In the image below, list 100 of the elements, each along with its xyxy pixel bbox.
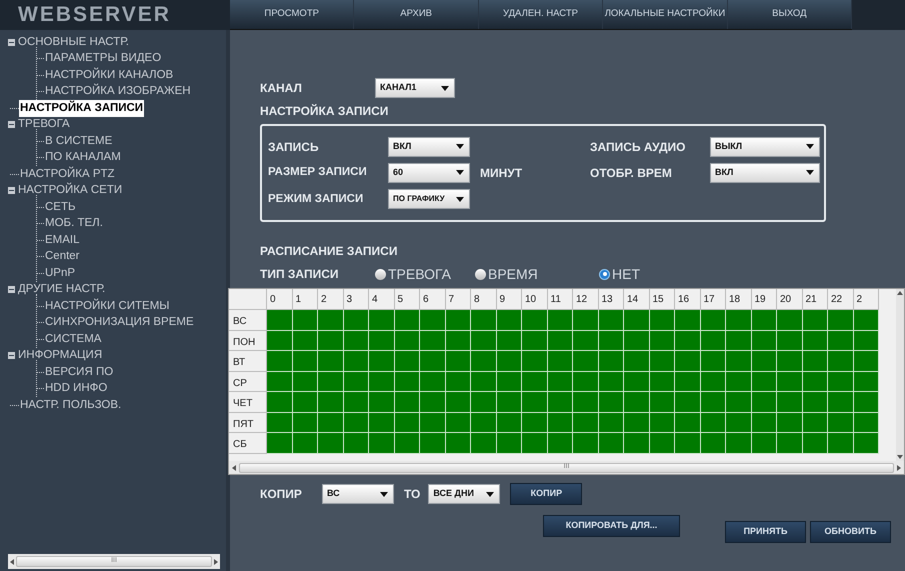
schedule-cell[interactable]: [573, 372, 598, 392]
schedule-cell[interactable]: [598, 392, 624, 412]
schedule-cell[interactable]: [650, 372, 675, 392]
tree-item[interactable]: СЕТЬ: [44, 198, 77, 216]
schedule-cell[interactable]: [573, 310, 598, 330]
schedule-cell[interactable]: [675, 351, 700, 372]
radio-option[interactable]: ВРЕМЯ: [475, 264, 575, 284]
schedule-cell[interactable]: [802, 433, 828, 454]
schedule-cell[interactable]: [624, 433, 650, 454]
scroll-right-icon[interactable]: [897, 464, 901, 470]
schedule-cell[interactable]: [828, 310, 854, 330]
schedule-cell[interactable]: [446, 351, 471, 372]
schedule-cell[interactable]: [700, 433, 726, 454]
tree-item[interactable]: ДРУГИЕ НАСТР.: [17, 281, 106, 298]
copy-to-select[interactable]: ВСЕ ДНИ: [428, 484, 500, 504]
schedule-cell[interactable]: [828, 330, 854, 351]
schedule-cell[interactable]: [344, 351, 369, 372]
tree-item[interactable]: НАСТРОЙКИ КАНАЛОВ: [44, 66, 174, 84]
schedule-cell[interactable]: [573, 351, 598, 372]
schedule-cell[interactable]: [394, 392, 420, 412]
schedule-cell[interactable]: [752, 412, 777, 433]
schedule-cell[interactable]: [496, 412, 522, 433]
schedule-cell[interactable]: [344, 392, 369, 412]
schedule-cell[interactable]: [318, 392, 344, 412]
schedule-cell[interactable]: [318, 351, 344, 372]
schedule-cell[interactable]: [548, 392, 573, 412]
schedule-cell[interactable]: [650, 433, 675, 454]
schedule-cell[interactable]: [777, 330, 802, 351]
schedule-cell[interactable]: [471, 351, 496, 372]
schedule-cell[interactable]: [446, 330, 471, 351]
schedule-cell[interactable]: [752, 351, 777, 372]
schedule-cell[interactable]: [471, 412, 496, 433]
schedule-cell[interactable]: [369, 372, 394, 392]
schedule-cell[interactable]: [700, 412, 726, 433]
schedule-cell[interactable]: [292, 330, 318, 351]
schedule-cell[interactable]: [675, 330, 700, 351]
schedule-cell[interactable]: [777, 433, 802, 454]
collapse-icon[interactable]: [8, 187, 15, 194]
schedule-cell[interactable]: [471, 433, 496, 454]
collapse-icon[interactable]: [8, 352, 15, 360]
schedule-cell[interactable]: [624, 330, 650, 351]
schedule-cell[interactable]: [802, 392, 828, 412]
schedule-cell[interactable]: [292, 433, 318, 454]
schedule-cell[interactable]: [318, 412, 344, 433]
schedule-cell[interactable]: [675, 392, 700, 412]
schedule-cell[interactable]: [573, 392, 598, 412]
schedule-cell[interactable]: [854, 351, 879, 372]
radio-option[interactable]: НЕТ: [599, 264, 699, 284]
schedule-cell[interactable]: [548, 433, 573, 454]
schedule-cell[interactable]: [650, 351, 675, 372]
schedule-cell[interactable]: [496, 351, 522, 372]
schedule-cell[interactable]: [496, 310, 522, 330]
tree-item[interactable]: ИНФОРМАЦИЯ: [17, 347, 104, 364]
radio-option[interactable]: ТРЕВОГА: [375, 264, 475, 284]
schedule-cell[interactable]: [420, 351, 446, 372]
tree-item[interactable]: СИНХРОНИЗАЦИЯ ВРЕМЕ: [44, 314, 195, 332]
schedule-cell[interactable]: [267, 433, 292, 454]
schedule-cell[interactable]: [828, 433, 854, 454]
schedule-cell[interactable]: [548, 372, 573, 392]
tree-item[interactable]: UPnP: [44, 264, 76, 282]
schedule-cell[interactable]: [598, 330, 624, 351]
schedule-cell[interactable]: [802, 351, 828, 372]
schedule-cell[interactable]: [394, 310, 420, 330]
schedule-cell[interactable]: [394, 372, 420, 392]
schedule-cell[interactable]: [624, 310, 650, 330]
schedule-cell[interactable]: [624, 351, 650, 372]
schedule-cell[interactable]: [777, 392, 802, 412]
schedule-cell[interactable]: [292, 372, 318, 392]
audio-select[interactable]: ВЫКЛ: [710, 136, 820, 157]
schedule-cell[interactable]: [420, 330, 446, 351]
copy-button[interactable]: КОПИР: [510, 483, 582, 505]
schedule-cell[interactable]: [802, 412, 828, 433]
schedule-cell[interactable]: [369, 310, 394, 330]
copy-for-button[interactable]: КОПИРОВАТЬ ДЛЯ...: [543, 515, 680, 537]
schedule-cell[interactable]: [496, 392, 522, 412]
schedule-cell[interactable]: [522, 351, 548, 372]
schedule-cell[interactable]: [267, 392, 292, 412]
schedule-cell[interactable]: [471, 310, 496, 330]
schedule-cell[interactable]: [267, 330, 292, 351]
apply-button[interactable]: ПРИНЯТЬ: [725, 521, 806, 543]
mode-select[interactable]: ПО ГРАФИКУ: [388, 189, 470, 210]
schedule-cell[interactable]: [496, 433, 522, 454]
schedule-cell[interactable]: [802, 372, 828, 392]
collapse-icon[interactable]: [8, 286, 15, 294]
schedule-cell[interactable]: [292, 351, 318, 372]
schedule-cell[interactable]: [726, 392, 752, 412]
schedule-cell[interactable]: [267, 372, 292, 392]
schedule-cell[interactable]: [420, 372, 446, 392]
schedule-cell[interactable]: [650, 392, 675, 412]
schedule-cell[interactable]: [675, 433, 700, 454]
schedule-cell[interactable]: [573, 412, 598, 433]
record-select[interactable]: ВКЛ: [388, 136, 470, 157]
schedule-cell[interactable]: [522, 372, 548, 392]
schedule-cell[interactable]: [420, 310, 446, 330]
schedule-cell[interactable]: [548, 412, 573, 433]
schedule-cell[interactable]: [394, 433, 420, 454]
schedule-cell[interactable]: [522, 392, 548, 412]
size-select[interactable]: 60: [388, 162, 470, 183]
schedule-cell[interactable]: [369, 351, 394, 372]
schedule-cell[interactable]: [344, 310, 369, 330]
